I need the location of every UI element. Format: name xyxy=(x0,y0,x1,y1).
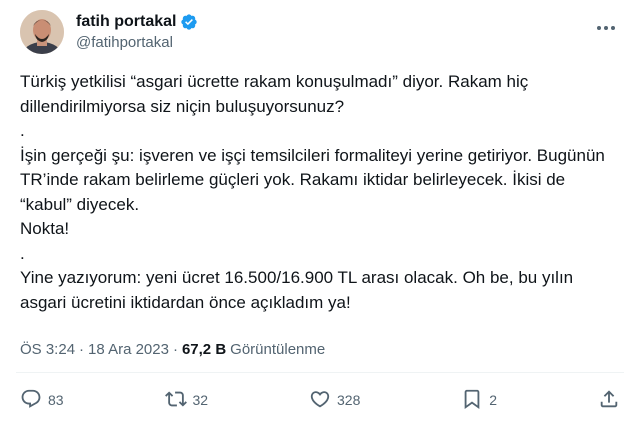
bookmark-button[interactable]: 2 xyxy=(461,388,497,413)
repost-icon xyxy=(164,388,187,413)
tweet-text: Türkiş yetkilisi “asgari ücrette rakam k… xyxy=(20,70,620,315)
share-button[interactable] xyxy=(598,388,620,413)
more-options-icon[interactable] xyxy=(592,18,620,38)
like-count: 328 xyxy=(337,392,361,408)
bookmark-icon xyxy=(461,388,483,413)
action-bar: 83 32 328 2 xyxy=(20,386,620,414)
tweet-paragraph: Türkiş yetkilisi “asgari ücrette rakam k… xyxy=(20,72,534,116)
tweet-meta: ÖS 3:24 · 18 Ara 2023 · 67,2 B Görüntüle… xyxy=(20,340,325,360)
reply-icon xyxy=(20,388,42,413)
meta-separator: · xyxy=(172,341,178,358)
author-names: fatih portakal @fatihportakal xyxy=(76,12,198,53)
reply-count: 83 xyxy=(48,392,64,408)
tweet-header: fatih portakal @fatihportakal xyxy=(20,8,624,56)
tweet-time[interactable]: ÖS 3:24 xyxy=(20,340,75,360)
tweet-card: fatih portakal @fatihportakal Türkiş yet… xyxy=(0,0,640,428)
tweet-paragraph: . xyxy=(20,121,25,140)
avatar[interactable] xyxy=(20,10,64,54)
tweet-paragraph: İşin gerçeği şu: işveren ve işçi temsilc… xyxy=(20,145,610,214)
repost-count: 32 xyxy=(192,392,209,408)
verified-badge-icon[interactable] xyxy=(180,13,198,31)
tweet-paragraph: . xyxy=(20,243,25,263)
author-handle[interactable]: @fatihportakal xyxy=(76,33,198,53)
like-button[interactable]: 328 xyxy=(309,388,360,413)
bookmark-count: 2 xyxy=(489,392,498,408)
divider xyxy=(16,372,624,373)
tweet-paragraph: Yine yazıyorum: yeni ücret 16.500/16.900… xyxy=(20,268,578,312)
display-name[interactable]: fatih portakal xyxy=(76,12,176,32)
heart-icon xyxy=(309,388,331,413)
views-label: Görüntülenme xyxy=(230,341,326,358)
tweet-paragraph: Nokta! xyxy=(20,219,70,238)
name-row: fatih portakal xyxy=(76,12,198,32)
repost-button[interactable]: 32 xyxy=(164,388,209,413)
meta-separator: · xyxy=(79,341,85,358)
tweet-date[interactable]: 18 Ara 2023 xyxy=(88,340,169,360)
reply-button[interactable]: 83 xyxy=(20,388,64,413)
views-count[interactable]: 67,2 B xyxy=(182,340,226,360)
share-icon xyxy=(598,388,620,413)
